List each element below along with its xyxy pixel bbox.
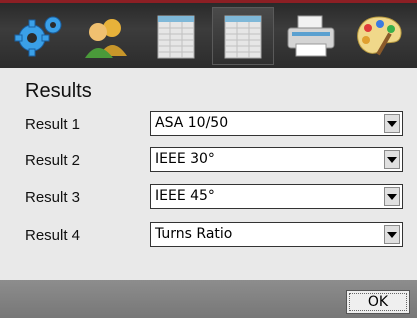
dropdown-arrow-button[interactable]: [384, 150, 400, 169]
result-1-value: ASA 10/50: [155, 115, 229, 131]
result-2-value: IEEE 30°: [155, 151, 215, 167]
chevron-down-icon: [387, 156, 397, 163]
result-2-select[interactable]: IEEE 30°: [150, 147, 403, 172]
result-3-select[interactable]: IEEE 45°: [150, 184, 403, 209]
result-2-label: Result 2: [25, 152, 81, 169]
table-icon: [224, 15, 262, 59]
result-1-label: Result 1: [25, 116, 81, 133]
result-3-value: IEEE 45°: [155, 188, 215, 204]
result-1-select[interactable]: ASA 10/50: [150, 111, 403, 136]
tab-settings[interactable]: [8, 7, 70, 65]
table-icon: [157, 15, 195, 59]
tab-users[interactable]: [75, 7, 137, 65]
result-4-value: Turns Ratio: [155, 226, 233, 242]
palette-icon: [357, 16, 402, 56]
gear-icon: [14, 16, 62, 57]
tab-table-1[interactable]: [145, 7, 207, 65]
tab-palette[interactable]: [348, 7, 410, 65]
result-4-label: Result 4: [25, 227, 81, 244]
users-icon: [85, 19, 127, 58]
chevron-down-icon: [387, 231, 397, 238]
result-4-select[interactable]: Turns Ratio: [150, 222, 403, 247]
dropdown-arrow-button[interactable]: [384, 225, 400, 244]
printer-icon: [287, 15, 335, 57]
dropdown-arrow-button[interactable]: [384, 187, 400, 206]
toolbar: [0, 0, 417, 68]
dropdown-arrow-button[interactable]: [384, 114, 400, 133]
result-3-label: Result 3: [25, 189, 81, 206]
ok-button[interactable]: OK: [346, 290, 410, 314]
tab-table-2[interactable]: [212, 7, 274, 65]
chevron-down-icon: [387, 193, 397, 200]
section-title: Results: [25, 80, 92, 102]
chevron-down-icon: [387, 120, 397, 127]
tab-print[interactable]: [280, 7, 342, 65]
